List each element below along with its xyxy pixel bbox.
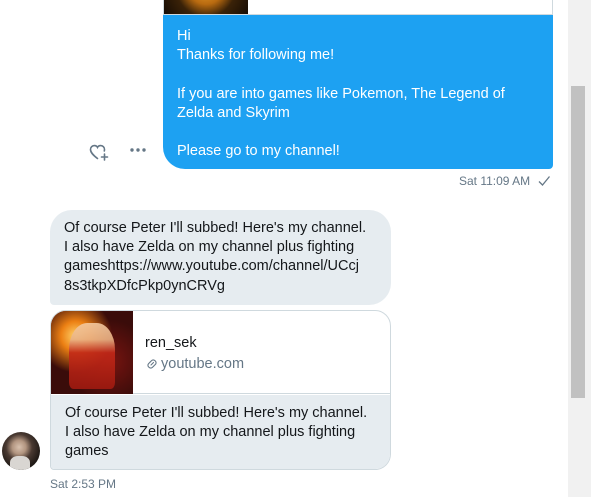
link-card-header[interactable]: ren_sek youtube.com xyxy=(51,311,390,394)
message-line xyxy=(177,123,539,142)
outgoing-timestamp: Sat 11:09 AM xyxy=(459,174,531,188)
message-line: Of course Peter I'll subbed! Here's my c… xyxy=(64,220,367,236)
link-card-thumbnail xyxy=(164,0,248,14)
description-line: I also have Zelda on my channel plus fig… xyxy=(65,424,356,441)
outgoing-link-card[interactable] xyxy=(163,0,553,15)
checkmark-icon xyxy=(537,174,551,188)
avatar-shirt xyxy=(10,456,30,470)
youtube-link-card[interactable]: ren_sek youtube.com Of course Peter I'll… xyxy=(50,310,391,470)
link-card-title: ren_sek xyxy=(145,335,197,351)
message-line xyxy=(177,65,539,84)
link-card-thumbnail xyxy=(51,311,133,394)
scrollbar-thumb[interactable] xyxy=(571,86,585,398)
conversation-thread: Hi Thanks for following me! If you are i… xyxy=(0,0,568,497)
heart-plus-icon[interactable] xyxy=(87,140,111,164)
incoming-timestamp: Sat 2:53 PM xyxy=(50,477,117,491)
link-card-description: Of course Peter I'll subbed! Here's my c… xyxy=(51,395,390,469)
message-line: Thanks for following me! xyxy=(177,47,335,64)
outgoing-message-bubble: Hi Thanks for following me! If you are i… xyxy=(163,15,553,169)
message-line: Zelda and Skyrim xyxy=(177,104,290,121)
message-line: gameshttps://www.youtube.com/channel/UCc… xyxy=(64,258,359,275)
link-card-domain: youtube.com xyxy=(145,356,244,372)
message-line: If you are into games like Pokemon, The … xyxy=(177,85,505,102)
message-line: Please go to my channel! xyxy=(177,143,340,160)
link-icon xyxy=(145,357,159,371)
scrollbar[interactable] xyxy=(568,0,591,497)
thumbnail-figure xyxy=(69,323,115,389)
incoming-message-bubble: Of course Peter I'll subbed! Here's my c… xyxy=(50,210,391,305)
description-line: games xyxy=(65,443,109,460)
description-line: Of course Peter I'll subbed! Here's my c… xyxy=(65,405,368,421)
sender-avatar[interactable] xyxy=(2,432,40,470)
message-line: Hi xyxy=(177,28,191,44)
message-line: I also have Zelda on my channel plus fig… xyxy=(64,239,355,256)
link-card-domain-text: youtube.com xyxy=(161,356,245,372)
more-horizontal-icon[interactable] xyxy=(126,140,150,164)
message-line: 8s3tkpXDfcPkp0ynCRVg xyxy=(64,277,225,294)
